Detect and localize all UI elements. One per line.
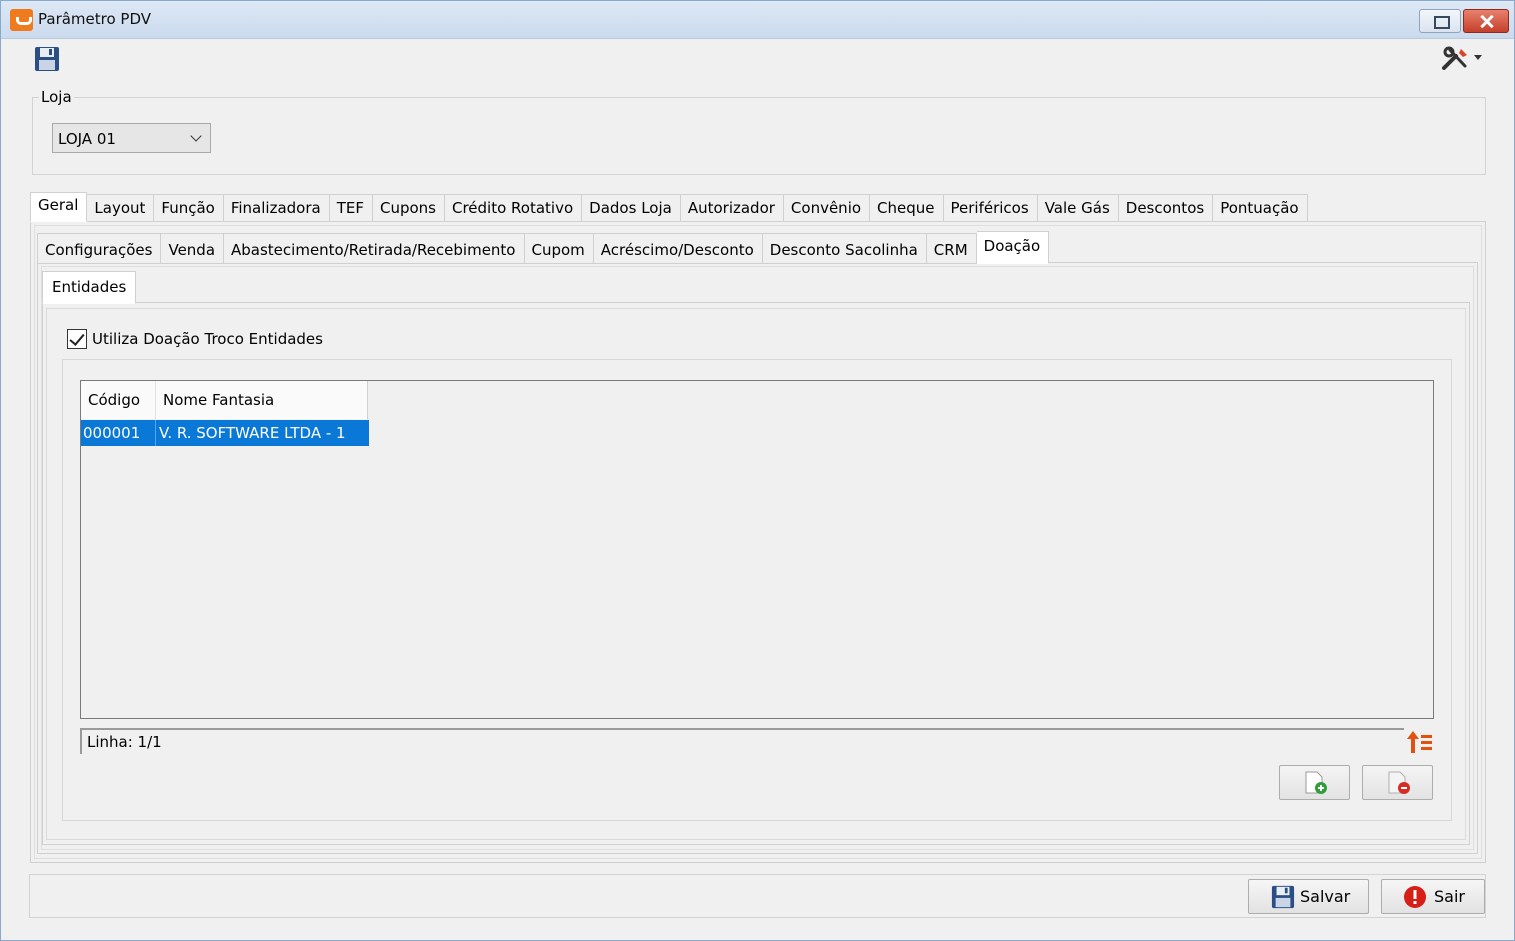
tab-tef[interactable]: TEF	[329, 194, 373, 222]
sair-label: Sair	[1434, 887, 1465, 906]
salvar-label: Salvar	[1300, 887, 1351, 906]
tab-pontuacao[interactable]: Pontuação	[1213, 194, 1308, 222]
loja-select[interactable]: LOJA 01	[52, 123, 211, 153]
tab-vale-gas[interactable]: Vale Gás	[1037, 194, 1119, 222]
restore-button[interactable]	[1419, 9, 1461, 33]
tab-venda[interactable]: Venda	[161, 233, 225, 264]
floppy-disk-icon	[1271, 885, 1295, 909]
table-row[interactable]: 000001 V. R. SOFTWARE LTDA - 1	[81, 420, 369, 446]
tab-cupons[interactable]: Cupons	[372, 194, 445, 222]
tab-crm[interactable]: CRM	[926, 233, 977, 264]
tab-acrescimo-desconto[interactable]: Acréscimo/Desconto	[593, 233, 763, 264]
tab-perifericos[interactable]: Periféricos	[943, 194, 1038, 222]
tab-abastecimento[interactable]: Abastecimento/Retirada/Recebimento	[224, 233, 525, 264]
floppy-disk-icon[interactable]	[34, 46, 60, 72]
add-document-icon	[1305, 771, 1327, 794]
doacao-troco-label[interactable]: Utiliza Doação Troco Entidades	[92, 330, 323, 348]
tab-autorizador[interactable]: Autorizador	[680, 194, 784, 222]
tab-layout[interactable]: Layout	[87, 194, 155, 222]
sub-tabs: Configurações Venda Abastecimento/Retira…	[37, 231, 1050, 264]
tab-configuracoes[interactable]: Configurações	[37, 233, 162, 264]
tab-cupom[interactable]: Cupom	[524, 233, 594, 264]
tab-credito-rotativo[interactable]: Crédito Rotativo	[445, 194, 583, 222]
title-bar: Parâmetro PDV	[1, 1, 1514, 39]
exit-icon	[1404, 886, 1426, 908]
tab-geral[interactable]: Geral	[30, 192, 88, 222]
chevron-down-icon	[190, 130, 202, 142]
loja-select-value: LOJA 01	[58, 130, 116, 148]
table-cell-codigo: 000001	[81, 420, 156, 446]
tab-entidades[interactable]: Entidades	[42, 271, 137, 304]
tab-funcao[interactable]: Função	[154, 194, 224, 222]
remove-entidade-button[interactable]	[1362, 765, 1433, 800]
salvar-button[interactable]: Salvar	[1248, 879, 1369, 914]
tab-descontos[interactable]: Descontos	[1118, 194, 1214, 222]
add-entidade-button[interactable]	[1279, 765, 1350, 800]
tab-convenio[interactable]: Convênio	[783, 194, 871, 222]
sort-icon[interactable]	[1406, 729, 1434, 755]
column-header-nome-fantasia[interactable]: Nome Fantasia	[156, 381, 368, 419]
parametro-pdv-window: Parâmetro PDV Loja LOJA 01 Geral Layout …	[0, 0, 1515, 941]
tab-cheque[interactable]: Cheque	[870, 194, 944, 222]
doacao-tabs: Entidades	[42, 271, 137, 304]
table-cell-nome-fantasia: V. R. SOFTWARE LTDA - 1	[159, 424, 346, 442]
doacao-troco-checkbox[interactable]	[67, 329, 87, 349]
tab-dados-loja[interactable]: Dados Loja	[582, 194, 681, 222]
window-title: Parâmetro PDV	[38, 10, 152, 28]
table-status-bar: Linha: 1/1	[80, 728, 1404, 754]
entidades-table[interactable]: Código Nome Fantasia 000001 V. R. SOFTWA…	[80, 380, 1434, 719]
main-tabs: Geral Layout Função Finalizadora TEF Cup…	[30, 192, 1308, 222]
sair-button[interactable]: Sair	[1381, 879, 1485, 914]
loja-label: Loja	[39, 88, 74, 106]
remove-document-icon	[1388, 771, 1410, 794]
app-icon	[10, 9, 33, 31]
tab-desconto-sacolinha[interactable]: Desconto Sacolinha	[762, 233, 927, 264]
tab-finalizadora[interactable]: Finalizadora	[223, 194, 330, 222]
tab-doacao[interactable]: Doação	[976, 231, 1050, 264]
column-header-codigo[interactable]: Código	[81, 381, 156, 419]
close-button[interactable]	[1463, 9, 1509, 33]
chevron-down-icon[interactable]	[1474, 55, 1482, 60]
loja-group	[32, 97, 1486, 175]
tools-icon[interactable]	[1441, 46, 1471, 72]
